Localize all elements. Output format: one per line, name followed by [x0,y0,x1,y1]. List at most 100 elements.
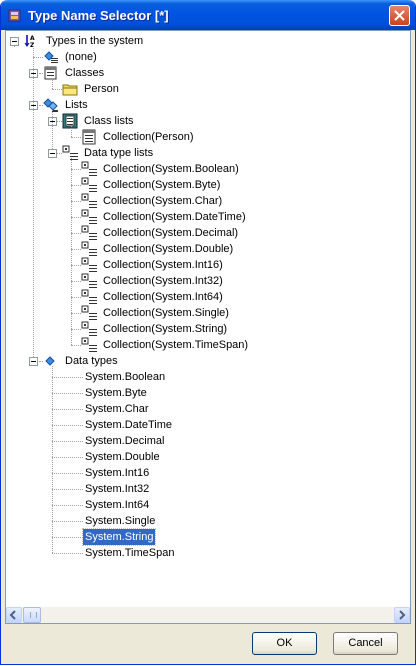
tree-node-label: Collection(System.Double) [103,243,234,255]
tree-connector-line [52,393,83,394]
tree-node-label: System.Int64 [85,499,150,511]
tree-node-label: Classes [65,67,105,79]
tree-node-label: Types in the system [46,35,144,47]
type-tree[interactable]: A Z Types in the system (none) Classes Person… [6,31,410,605]
tree-node-label: (none) [65,51,97,63]
tree-node-label: Collection(System.Byte) [103,179,221,191]
data-list-icon [81,193,97,208]
data-list-icon [81,305,97,320]
tree-connector-line [71,345,81,346]
tree-connector-line [71,126,72,137]
collapse-toggle[interactable] [48,149,57,158]
type-name-selector-window: Type Name Selector [*] A Z Types in the sy… [0,0,416,665]
tree-node-label: System.Byte [85,387,147,399]
classes-icon [44,66,57,80]
tree-connector-line [14,46,15,47]
data-list-icon [62,145,78,160]
tree-node-label: Collection(System.Int32) [103,275,223,287]
tree-connector-line [71,217,81,218]
class-lists-icon [62,113,78,129]
close-button[interactable] [389,5,410,26]
tree-connector-line [57,153,62,154]
tree-connector-line [39,105,43,106]
tree-connector-line [52,89,62,90]
tree-connector-line [52,537,83,538]
svg-text:A: A [30,35,35,42]
tree-connector-line [52,521,83,522]
tree-connector-line [52,409,83,410]
tree-node-label: Collection(System.Int16) [103,259,223,271]
tree-connector-line [52,441,83,442]
folder-icon [62,84,78,96]
cancel-button[interactable]: Cancel [333,632,398,655]
data-list-icon [81,337,97,352]
tree-connector-line [52,553,83,554]
tree-connector-line [52,366,53,553]
scroll-left-icon [9,610,16,620]
tree-node-label: System.Int16 [85,467,150,479]
type-tree-panel[interactable]: A Z Types in the system (none) Classes Person… [5,30,411,624]
horizontal-scrollbar[interactable] [6,607,410,623]
tree-connector-line [52,457,83,458]
tree-connector-line [52,489,83,490]
tree-connector-line [52,78,53,89]
ok-button[interactable]: OK [252,632,317,655]
tree-node-label: System.Single [85,515,156,527]
data-types-icon [45,356,55,366]
scroll-left-button[interactable] [6,607,22,623]
tree-connector-line [71,329,81,330]
data-list-icon [81,289,97,304]
close-icon [394,10,405,21]
title-bar[interactable]: Type Name Selector [*] [1,0,415,30]
tree-connector-line [71,249,81,250]
tree-node-label: Collection(System.DateTime) [103,211,246,223]
lists-icon [43,98,58,112]
tree-node-label: Collection(System.Char) [103,195,223,207]
tree-node-label: Collection(Person) [103,131,194,143]
tree-connector-line [71,297,81,298]
tree-connector-line [71,185,81,186]
tree-node-label: System.Int32 [85,483,150,495]
tree-connector-line [71,233,81,234]
tree-connector-line [39,361,43,362]
tree-connector-line [39,73,43,74]
tree-node-label: System.String [81,528,157,546]
data-list-icon [81,161,97,176]
tree-node-label: System.Double [85,451,160,463]
class-collection-icon [82,129,96,145]
data-list-icon [81,177,97,192]
tree-connector-line [71,281,81,282]
data-list-icon [81,225,97,240]
tree-node-label: Collection(System.String) [103,323,228,335]
app-icon [8,9,21,22]
data-list-icon [81,241,97,256]
tree-node-label: Person [84,83,119,95]
tree-node-label: Data type lists [84,147,154,159]
tree-node-label: Collection(System.Boolean) [103,163,239,175]
tree-connector-line [71,158,72,345]
data-list-icon [81,273,97,288]
tree-node-label: System.DateTime [85,419,173,431]
window-title: Type Name Selector [*] [28,8,169,23]
scroll-right-icon [399,610,406,620]
collapse-toggle[interactable] [10,37,19,46]
collapse-toggle[interactable] [29,357,38,366]
tree-node-label: Collection(System.Decimal) [103,227,239,239]
tree-node-label: Lists [65,99,88,111]
tree-node-label: Collection(System.Int64) [103,291,223,303]
data-list-icon [81,209,97,224]
tree-node-label: System.Decimal [85,435,165,447]
tree-connector-line [52,425,83,426]
tree-connector-line [71,265,81,266]
scroll-thumb[interactable] [23,607,41,623]
tree-node-label: System.Char [85,403,149,415]
scroll-right-button[interactable] [394,607,410,623]
data-list-icon [81,321,97,336]
tree-connector-line [57,121,62,122]
tree-connector-line [52,377,83,378]
tree-connector-line [52,505,83,506]
tree-connector-line [71,313,81,314]
tree-connector-line [52,473,83,474]
tree-connector-line [71,137,81,138]
data-list-icon [81,257,97,272]
